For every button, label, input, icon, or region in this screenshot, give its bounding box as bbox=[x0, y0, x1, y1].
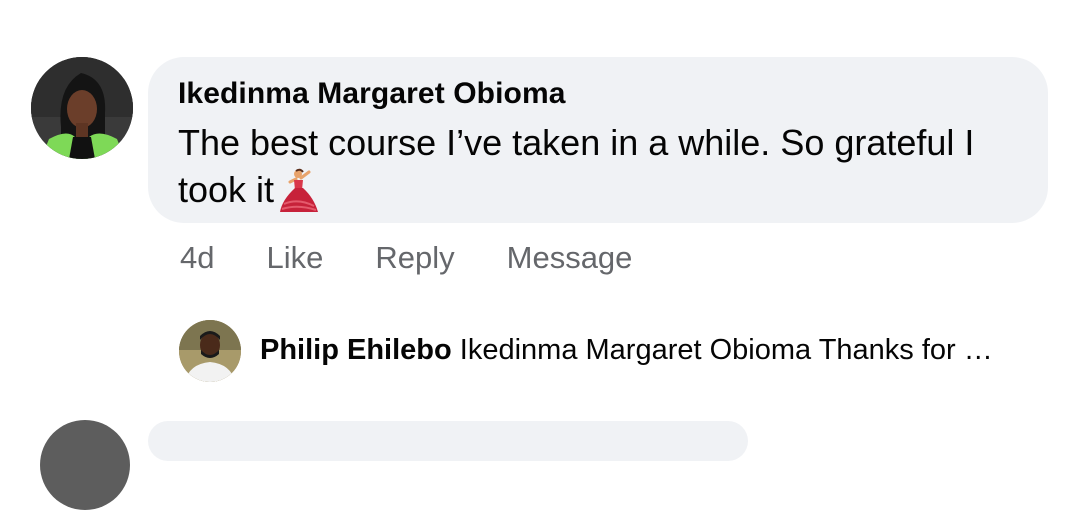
avatar-portrait-icon bbox=[179, 320, 241, 382]
comment-text: The best course I’ve taken in a while. S… bbox=[178, 119, 1028, 214]
comment-author[interactable]: Ikedinma Margaret Obioma bbox=[178, 77, 566, 111]
reply-button[interactable]: Reply bbox=[375, 240, 454, 276]
message-button[interactable]: Message bbox=[507, 240, 633, 276]
avatar-portrait-icon bbox=[31, 57, 133, 159]
reply-preview[interactable]: Philip Ehilebo Ikedinma Margaret Obioma … bbox=[260, 334, 1060, 367]
reply-author[interactable]: Philip Ehilebo bbox=[260, 334, 452, 366]
next-comment-bubble bbox=[148, 421, 748, 461]
reply-avatar[interactable] bbox=[179, 320, 241, 382]
next-commenter-avatar[interactable] bbox=[40, 420, 130, 510]
reply-text: Ikedinma Margaret Obioma Thanks for … bbox=[459, 334, 993, 366]
comment-bubble: Ikedinma Margaret Obioma The best course… bbox=[148, 57, 1048, 223]
comment-actions: 4d Like Reply Message bbox=[180, 240, 632, 276]
comment-timestamp: 4d bbox=[180, 240, 215, 275]
commenter-avatar[interactable] bbox=[31, 57, 133, 159]
like-button[interactable]: Like bbox=[266, 240, 323, 276]
dancer-emoji-icon bbox=[280, 168, 319, 212]
